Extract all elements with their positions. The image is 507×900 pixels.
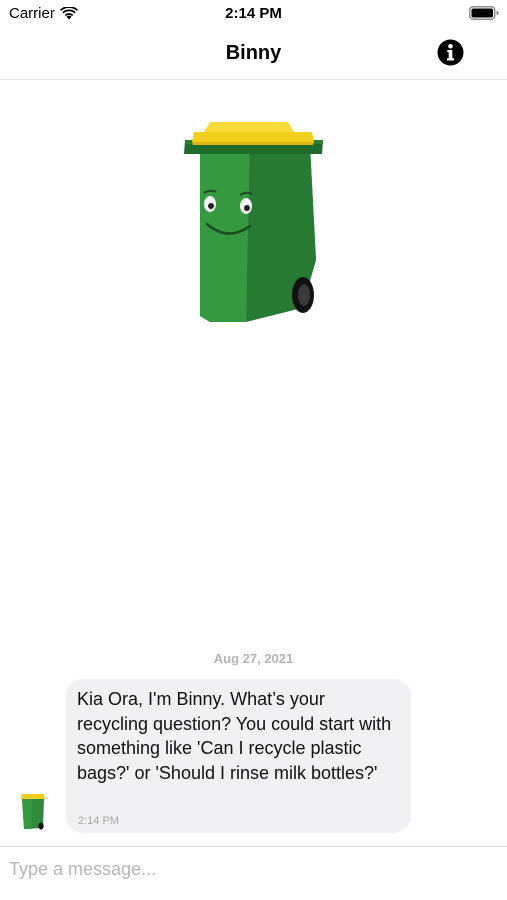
- message-bubble: Kia Ora, I'm Binny. What’s your recyclin…: [66, 679, 411, 833]
- info-icon[interactable]: [437, 39, 464, 66]
- message-text: Kia Ora, I'm Binny. What’s your recyclin…: [77, 689, 392, 783]
- status-bar: Carrier 2:14 PM: [0, 0, 507, 28]
- message-input[interactable]: [9, 853, 489, 885]
- navigation-bar: Binny: [0, 28, 507, 80]
- battery-icon: [469, 6, 499, 20]
- status-time: 2:14 PM: [225, 5, 282, 22]
- avatar: [21, 794, 45, 830]
- binny-mascot-illustration: [184, 122, 323, 322]
- message-composer: [0, 846, 507, 900]
- page-title: Binny: [225, 42, 282, 64]
- chat-date-separator: Aug 27, 2021: [213, 651, 294, 666]
- message-timestamp: 2:14 PM: [78, 815, 119, 827]
